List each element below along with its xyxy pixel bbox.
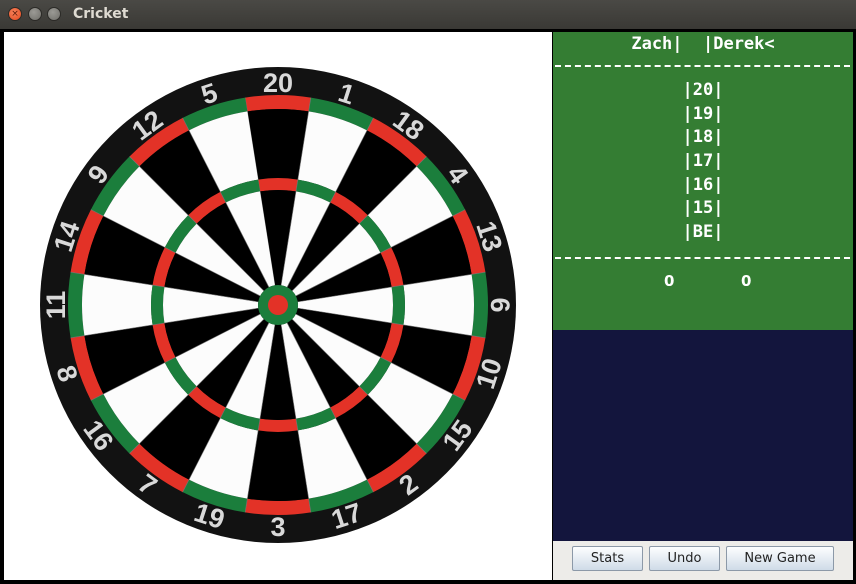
dartboard-panel: 20 1 18 4 13 6 10 15 2 17 3 19 7 16 8 11 14 9 12 5 [4,32,552,580]
target-row-bullseye: |BE| [682,222,724,243]
scoreboard-panel: Zach| |Derek< |20| |19| |18| |17| |16| |… [553,32,853,330]
triple-segment-11[interactable] [151,285,165,325]
scoreboard-divider-top [555,65,850,67]
player-names: Zach| |Derek< [631,34,775,54]
target-row-19: |19| [682,103,724,124]
button-bar: Stats Undo New Game [553,541,853,580]
stats-button[interactable]: Stats [572,546,643,571]
target-rows: |20| |19| |18| |17| |16| |15| |BE| [553,79,853,245]
bullseye[interactable] [268,295,288,315]
target-row-20: |20| [682,80,724,100]
target-row-17: |17| [682,151,724,172]
stats-panel [553,330,853,541]
triple-segment-20[interactable] [258,178,298,192]
minimize-icon[interactable] [28,7,42,21]
triple-segment-6[interactable] [391,285,405,325]
player2-score: 0 [741,272,752,290]
triple-segment-3[interactable] [258,418,298,432]
target-row-15: |15| [682,198,724,219]
undo-button[interactable]: Undo [649,546,720,571]
maximize-icon[interactable] [47,7,61,21]
board-number-6: 6 [485,297,515,312]
board-number-20: 20 [263,68,293,98]
board-number-11: 11 [41,291,71,320]
window-title: Cricket [73,6,129,22]
target-row-18: |18| [682,127,724,148]
title-bar: × Cricket [0,0,856,30]
target-row-16: |16| [682,174,724,195]
close-icon[interactable]: × [8,7,22,21]
new-game-button[interactable]: New Game [726,546,834,571]
board-number-3: 3 [270,512,285,542]
scoreboard-divider-bottom [555,257,850,259]
dartboard[interactable]: 20 11841361015217319716811149125 [4,32,552,580]
player1-score: 0 [664,272,675,290]
